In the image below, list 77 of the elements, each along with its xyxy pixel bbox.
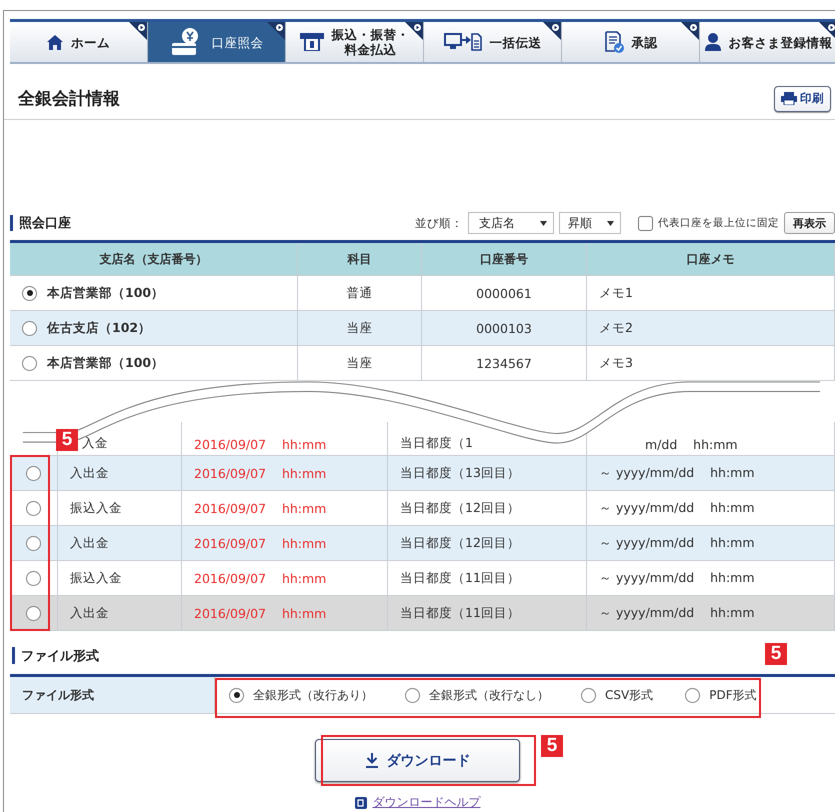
radio-button[interactable] [26, 606, 41, 620]
person-icon [704, 33, 720, 51]
nav-tab[interactable]: 口座照会 [148, 22, 286, 62]
table-cell: ～ yyyy/mm/dd hh:mm [587, 596, 835, 631]
corner-marker-icon [543, 22, 561, 40]
column-header: 支店名（支店番号） [10, 243, 298, 276]
table-cell: 当日都度（12回目） [388, 526, 587, 561]
corner-marker-icon [267, 22, 285, 40]
table-cell: 当日都度（1 [400, 435, 473, 452]
nav-tab[interactable]: お客さま登録情報 [700, 22, 835, 62]
radio-button[interactable] [229, 688, 244, 702]
table-cell: ～ yyyy/mm/dd hh:mm [587, 526, 835, 561]
table-cell: 本店営業部（100） [47, 354, 164, 372]
page-title: 全銀会計情報 [18, 88, 120, 110]
table-cell: ～ yyyy/mm/dd hh:mm [587, 456, 835, 491]
radio-label: CSV形式 [605, 686, 654, 704]
table-cell: 入出金 [58, 526, 182, 561]
sort-key-dropdown[interactable]: 支店名 [468, 212, 554, 234]
nav-tab[interactable]: 振込・振替・料金払込 [286, 22, 424, 62]
document-check-icon [604, 31, 624, 53]
radio-button[interactable] [22, 356, 37, 370]
radio-button[interactable] [685, 688, 700, 702]
radio-button[interactable] [405, 688, 420, 702]
table-cell: 当座 [298, 311, 422, 346]
radio-button[interactable] [26, 500, 41, 516]
radio-button[interactable] [26, 570, 41, 586]
nav-tab[interactable]: 承認 [562, 22, 700, 62]
printer-icon [781, 92, 797, 105]
corner-marker-icon [129, 22, 147, 40]
nav-tab[interactable]: 一括伝送 [424, 22, 562, 62]
radio-button[interactable] [26, 466, 41, 480]
download-icon [364, 753, 378, 768]
table-cell: 当日都度（13回目） [388, 456, 587, 491]
table-cell: 2016/09/07 hh:mm [194, 437, 326, 452]
table-cell: 入出金 [58, 456, 182, 491]
sort-order-dropdown[interactable]: 昇順 [559, 212, 621, 234]
table-cell: 入金 [82, 435, 108, 452]
radio-label: 全銀形式（改行あり） [253, 686, 373, 704]
radio-button[interactable] [26, 536, 41, 550]
table-cell: 入出金 [58, 596, 182, 631]
column-header: 科目 [298, 243, 422, 276]
radio-label: 全銀形式（改行なし） [429, 686, 549, 704]
help-page-icon [354, 796, 366, 808]
table-cell: 2016/09/07 hh:mm [182, 596, 388, 631]
column-header: 口座メモ [587, 243, 835, 276]
nav-tab[interactable]: ホーム [10, 22, 148, 62]
callout-badge: 5 [56, 429, 78, 451]
field-label: ファイル形式 [10, 677, 215, 713]
radio-button[interactable] [22, 320, 37, 336]
column-header: 口座番号 [422, 243, 587, 276]
table-cell: 2016/09/07 hh:mm [182, 526, 388, 561]
checkbox-label: 代表口座を最上位に固定 [658, 216, 779, 230]
download-button[interactable]: ダウンロード [315, 739, 520, 782]
corner-marker-icon [681, 22, 699, 40]
table-cell: メモ2 [587, 311, 835, 346]
monitor-document-icon [444, 33, 482, 51]
caret-icon [607, 220, 614, 226]
sort-label: 並び順： [415, 216, 463, 230]
home-icon [47, 34, 63, 50]
table-cell: m/dd hh:mm [645, 437, 738, 452]
checkbox[interactable] [638, 216, 653, 230]
table-cell: 佐古支店（102） [47, 320, 152, 336]
refresh-button[interactable]: 再表示 [784, 212, 835, 234]
corner-marker-icon [405, 22, 423, 40]
table-cell: 2016/09/07 hh:mm [182, 456, 388, 491]
radio-button[interactable] [581, 688, 596, 702]
callout-badge: 5 [765, 643, 787, 665]
caret-icon [540, 220, 547, 226]
radio-label: PDF形式 [709, 686, 757, 704]
table-cell: 0000103 [422, 311, 587, 346]
print-button[interactable]: 印刷 [774, 86, 831, 112]
callout-badge: 5 [541, 735, 563, 757]
help-link[interactable]: ダウンロードヘルプ [372, 794, 480, 811]
table-cell: 本店営業部（100） [47, 284, 164, 302]
section-heading: 照会口座 [10, 215, 71, 231]
radio-button[interactable] [22, 286, 37, 300]
table-cell: 当日都度（11回目） [388, 596, 587, 631]
